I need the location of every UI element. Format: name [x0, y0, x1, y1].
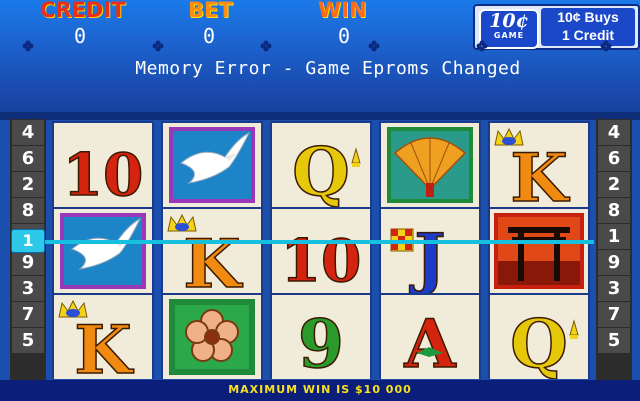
win-label: WIN	[318, 0, 367, 22]
payline-number-right-3: 2	[598, 172, 630, 197]
flower-icon	[476, 40, 488, 52]
symbol-king-icon: K	[163, 209, 261, 293]
payline-number-right-7: 3	[598, 276, 630, 301]
bet-value: 0	[203, 24, 216, 48]
payline-number-left-8: 7	[12, 302, 44, 327]
symbol-ten-icon: 10	[272, 209, 370, 293]
symbol-king-icon: K	[490, 123, 588, 207]
symbol-king-icon: K	[54, 295, 152, 379]
payline-number-right-2: 6	[598, 146, 630, 171]
top-banner: CREDIT 0 BET 0 WIN 0 10¢ GAME 10¢ Buys 1…	[0, 0, 640, 116]
payline-number-right-5: 1	[598, 224, 630, 249]
reel-top-bar	[0, 112, 640, 120]
reel-4: JA	[379, 121, 481, 379]
symbol-nine-icon: 9	[272, 295, 370, 379]
svg-text:A: A	[403, 305, 456, 379]
flower-icon	[368, 40, 380, 52]
max-win-text: MAXIMUM WIN IS $10 000	[228, 383, 412, 396]
svg-text:9: 9	[298, 305, 344, 379]
svg-text:Q: Q	[292, 133, 350, 207]
payline-numbers-right: 462819375	[596, 119, 632, 381]
symbol-ten-icon: 10	[54, 123, 152, 207]
denomination-text-line-2: 1 Credit	[561, 27, 615, 43]
payline-number-left-2: 6	[12, 146, 44, 171]
svg-text:Q: Q	[510, 305, 568, 379]
payline-number-right-1: 4	[598, 120, 630, 145]
denomination-badge-value: 10¢	[489, 10, 529, 32]
symbol-bird-icon	[54, 209, 152, 293]
payline-number-right-9: 5	[598, 328, 630, 353]
symbol-jack-icon: J	[381, 209, 479, 293]
flower-icon	[22, 40, 34, 52]
payline-number-left-9: 5	[12, 328, 44, 353]
win-value: 0	[338, 24, 351, 48]
symbol-ace-icon: A	[381, 295, 479, 379]
denomination-badge-sub: GAME	[493, 31, 525, 40]
symbol-bird-icon	[163, 123, 261, 207]
payline-number-left-6: 9	[12, 250, 44, 275]
reel-2: K	[161, 121, 263, 379]
symbol-queen-icon: Q	[490, 295, 588, 379]
flower-icon	[152, 40, 164, 52]
payline-1	[24, 240, 594, 244]
denomination-badge: 10¢ GAME	[479, 9, 539, 49]
reel-1: 10 K	[52, 121, 154, 379]
symbol-flower-icon	[163, 295, 261, 379]
payline-number-right-6: 9	[598, 250, 630, 275]
symbol-gate-icon	[490, 209, 588, 293]
symbol-fan-icon	[381, 123, 479, 207]
svg-text:K: K	[510, 139, 570, 207]
flower-icon	[600, 40, 612, 52]
denomination-panel: 10¢ GAME 10¢ Buys 1 Credit	[473, 4, 640, 50]
payline-number-right-8: 7	[598, 302, 630, 327]
flower-icon	[260, 40, 272, 52]
svg-text:K: K	[183, 225, 243, 293]
svg-text:10: 10	[63, 141, 144, 207]
denomination-text: 10¢ Buys 1 Credit	[541, 8, 635, 46]
payline-number-right-4: 8	[598, 198, 630, 223]
bet-label: BET	[188, 0, 233, 22]
payline-number-left-7: 3	[12, 276, 44, 301]
reel-3: Q 10 9	[270, 121, 372, 379]
error-message: Memory Error - Game Eproms Changed	[135, 58, 521, 79]
payline-number-left-3: 2	[12, 172, 44, 197]
credit-value: 0	[74, 24, 87, 48]
credit-label: CREDIT	[40, 0, 126, 22]
svg-text:10: 10	[281, 227, 362, 293]
symbol-queen-icon: Q	[272, 123, 370, 207]
svg-text:J: J	[409, 219, 445, 293]
reel-5: K Q	[488, 121, 590, 379]
payline-1-button[interactable]: 1	[11, 229, 45, 253]
denomination-text-line-1: 10¢ Buys	[557, 9, 619, 25]
payline-number-left-1: 4	[12, 120, 44, 145]
payline-number-left-4: 8	[12, 198, 44, 223]
svg-text:K: K	[74, 311, 134, 379]
